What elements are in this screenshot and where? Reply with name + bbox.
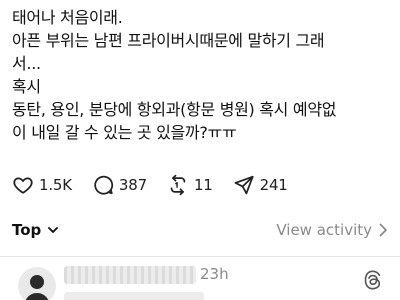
comment-icon: [94, 175, 114, 195]
replies-header: Top View activity: [12, 218, 388, 242]
post-line: 서...: [12, 54, 41, 73]
reply-text-redacted: [64, 292, 204, 300]
username-redacted: [64, 266, 196, 284]
thread-post-screen: 태어나 처음이래. 아픈 부위는 남편 프라이버시때문에 말하기 그래 서...…: [0, 0, 400, 300]
heart-icon: [13, 177, 33, 194]
sort-label: Top: [12, 221, 42, 239]
like-count: 1.5K: [39, 176, 72, 194]
post-line: 아픈 부위는 남편 프라이버시때문에 말하기 그래: [12, 31, 325, 50]
threads-logo-icon: [364, 270, 381, 290]
avatar-silhouette-icon: [25, 275, 49, 300]
share-count: 241: [259, 176, 288, 194]
post-line: 혹시: [12, 77, 41, 96]
post-line: 태어나 처음이래.: [12, 8, 123, 27]
comment-count: 387: [118, 176, 147, 194]
reply-item[interactable]: 23h: [0, 257, 400, 300]
chevron-right-icon: [379, 223, 387, 237]
sort-dropdown[interactable]: Top: [12, 221, 59, 239]
post-text: 태어나 처음이래. 아픈 부위는 남편 프라이버시때문에 말하기 그래 서...…: [12, 6, 392, 144]
repost-button[interactable]: 11: [167, 174, 213, 196]
share-button[interactable]: 241: [233, 174, 288, 196]
chevron-down-icon: [48, 227, 59, 233]
like-button[interactable]: 1.5K: [12, 174, 72, 196]
reply-timestamp: 23h: [200, 265, 229, 283]
share-icon: [234, 175, 254, 195]
post-actions: 1.5K 387 11 241: [12, 173, 308, 197]
comment-button[interactable]: 387: [92, 174, 147, 196]
view-activity-label: View activity: [276, 221, 372, 239]
post-line: 동탄, 용인, 분당에 항외과(항문 병원) 혹시 예약없: [12, 100, 337, 119]
view-activity-link[interactable]: View activity: [276, 221, 388, 239]
avatar[interactable]: [18, 267, 56, 300]
repost-icon: [170, 174, 186, 196]
repost-count: 11: [193, 176, 213, 194]
post-line: 이 내일 갈 수 있는 곳 있을까?ㅠㅠ: [12, 123, 237, 142]
